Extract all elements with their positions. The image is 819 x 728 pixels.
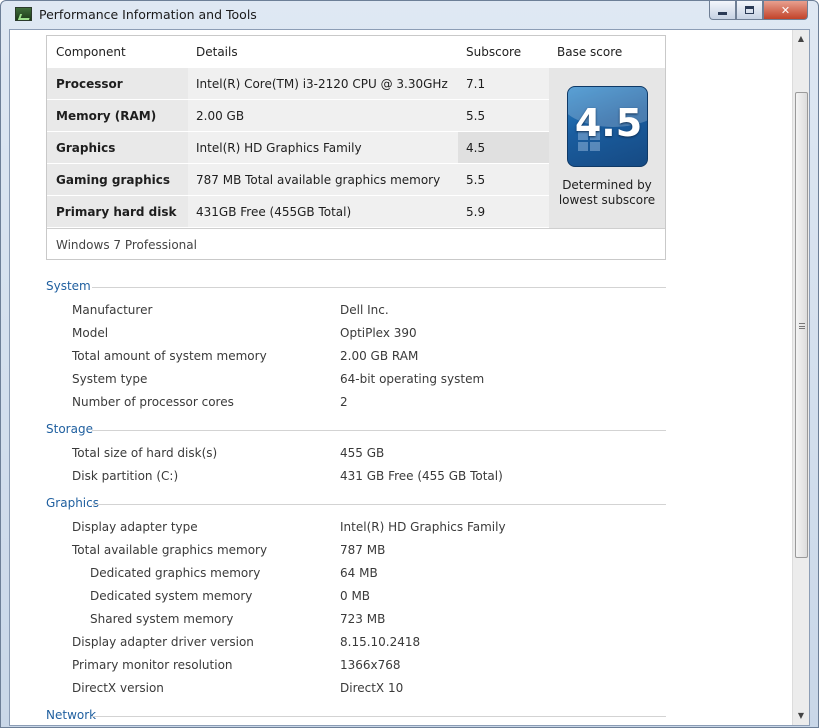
component-subscore: 5.9: [466, 205, 486, 219]
graphics-row-label: Shared system memory: [90, 612, 234, 626]
component-subscore: 5.5: [466, 173, 486, 187]
graphics-row-label: Total available graphics memory: [72, 543, 268, 557]
graphics-row-value: 64 MB: [340, 566, 378, 580]
arrow-down-icon: ▼: [797, 711, 805, 720]
arrow-up-icon: ▲: [797, 34, 805, 43]
section-storage-title: Storage: [46, 422, 93, 436]
minimize-icon: [718, 11, 727, 15]
score-row-processor: Processor Intel(R) Core(TM) i3-2120 CPU …: [47, 68, 549, 100]
score-row-hard-disk: Primary hard disk 431GB Free (455GB Tota…: [47, 196, 549, 228]
header-component: Component: [56, 45, 126, 59]
divider: [47, 228, 665, 229]
maximize-icon: [745, 6, 754, 14]
system-row-value: 2: [340, 395, 348, 409]
component-name: Graphics: [56, 141, 116, 155]
component-details: Intel(R) Core(TM) i3-2120 CPU @ 3.30GHz: [196, 77, 448, 91]
graphics-row-value: 787 MB: [340, 543, 386, 557]
base-score-caption: Determined by lowest subscore: [549, 178, 665, 208]
component-details: 2.00 GB: [196, 109, 245, 123]
section-network-title: Network: [46, 708, 97, 722]
storage-row-value: 431 GB Free (455 GB Total): [340, 469, 503, 483]
section-graphics-title: Graphics: [46, 496, 99, 510]
maximize-button[interactable]: [736, 1, 763, 20]
system-row-value: 64-bit operating system: [340, 372, 485, 386]
graphics-row-label: Dedicated graphics memory: [90, 566, 261, 580]
graphics-row-value: 8.15.10.2418: [340, 635, 421, 649]
header-details: Details: [196, 45, 238, 59]
component-name: Primary hard disk: [56, 205, 177, 219]
component-subscore: 7.1: [466, 77, 486, 91]
system-row-value: OptiPlex 390: [340, 326, 417, 340]
graphics-row-label: Dedicated system memory: [90, 589, 253, 603]
component-details: Intel(R) HD Graphics Family: [196, 141, 362, 155]
score-row-gaming-graphics: Gaming graphics 787 MB Total available g…: [47, 164, 549, 196]
base-caption-line2: lowest subscore: [558, 193, 656, 207]
section-divider: [92, 430, 666, 431]
system-row-value: Dell Inc.: [340, 303, 389, 317]
component-subscore: 4.5: [466, 141, 486, 155]
os-edition: Windows 7 Professional: [56, 238, 197, 252]
base-caption-line1: Determined by: [562, 178, 652, 192]
graphics-row-label: DirectX version: [72, 681, 164, 695]
graphics-row-value: Intel(R) HD Graphics Family: [340, 520, 506, 534]
score-row-graphics: Graphics Intel(R) HD Graphics Family 4.5: [47, 132, 549, 164]
storage-row-value: 455 GB: [340, 446, 385, 460]
performance-icon: [15, 7, 32, 21]
storage-row-label: Total size of hard disk(s): [72, 446, 218, 460]
graphics-row-value: DirectX 10: [340, 681, 404, 695]
base-score-value: 4.5: [574, 101, 643, 145]
component-details: 431GB Free (455GB Total): [196, 205, 352, 219]
storage-row-label: Disk partition (C:): [72, 469, 179, 483]
section-divider: [92, 287, 666, 288]
system-row-label: System type: [72, 372, 148, 386]
close-button[interactable]: ✕: [763, 1, 808, 20]
content-area: Component Details Subscore Base score Pr…: [9, 29, 810, 726]
section-divider: [92, 716, 666, 717]
component-subscore: 5.5: [466, 109, 486, 123]
section-divider: [92, 504, 666, 505]
system-row-label: Model: [72, 326, 109, 340]
graphics-row-value: 723 MB: [340, 612, 386, 626]
header-subscore: Subscore: [466, 45, 522, 59]
score-table: Component Details Subscore Base score Pr…: [46, 35, 666, 260]
system-row-value: 2.00 GB RAM: [340, 349, 419, 363]
graphics-row-value: 0 MB: [340, 589, 371, 603]
scroll-up-button[interactable]: ▲: [793, 30, 809, 47]
graphics-row-value: 1366x768: [340, 658, 401, 672]
graphics-row-label: Display adapter driver version: [72, 635, 254, 649]
minimize-button[interactable]: [709, 1, 736, 20]
component-details: 787 MB Total available graphics memory: [196, 173, 441, 187]
scroll-down-button[interactable]: ▼: [793, 707, 809, 724]
system-row-label: Manufacturer: [72, 303, 153, 317]
component-name: Memory (RAM): [56, 109, 157, 123]
system-row-label: Total amount of system memory: [72, 349, 267, 363]
component-name: Gaming graphics: [56, 173, 170, 187]
window-title: Performance Information and Tools: [39, 7, 257, 22]
base-score-panel: 4.5 Determined by lowest subscore: [549, 68, 665, 228]
system-row-label: Number of processor cores: [72, 395, 234, 409]
vertical-scrollbar[interactable]: ▲ ▼: [792, 30, 809, 725]
score-table-header: Component Details Subscore Base score: [47, 36, 665, 68]
score-row-memory: Memory (RAM) 2.00 GB 5.5: [47, 100, 549, 132]
scrollbar-thumb[interactable]: [795, 92, 808, 558]
performance-window: Performance Information and Tools ✕ Comp…: [0, 0, 819, 728]
component-name: Processor: [56, 77, 123, 91]
header-base-score: Base score: [557, 45, 623, 59]
base-score-badge[interactable]: 4.5: [567, 86, 648, 167]
grip-icon: [799, 323, 805, 329]
title-bar[interactable]: Performance Information and Tools ✕: [1, 1, 818, 28]
graphics-row-label: Display adapter type: [72, 520, 198, 534]
window-controls: ✕: [709, 1, 808, 20]
section-system-title: System: [46, 279, 91, 293]
graphics-row-label: Primary monitor resolution: [72, 658, 233, 672]
close-icon: ✕: [780, 3, 791, 17]
